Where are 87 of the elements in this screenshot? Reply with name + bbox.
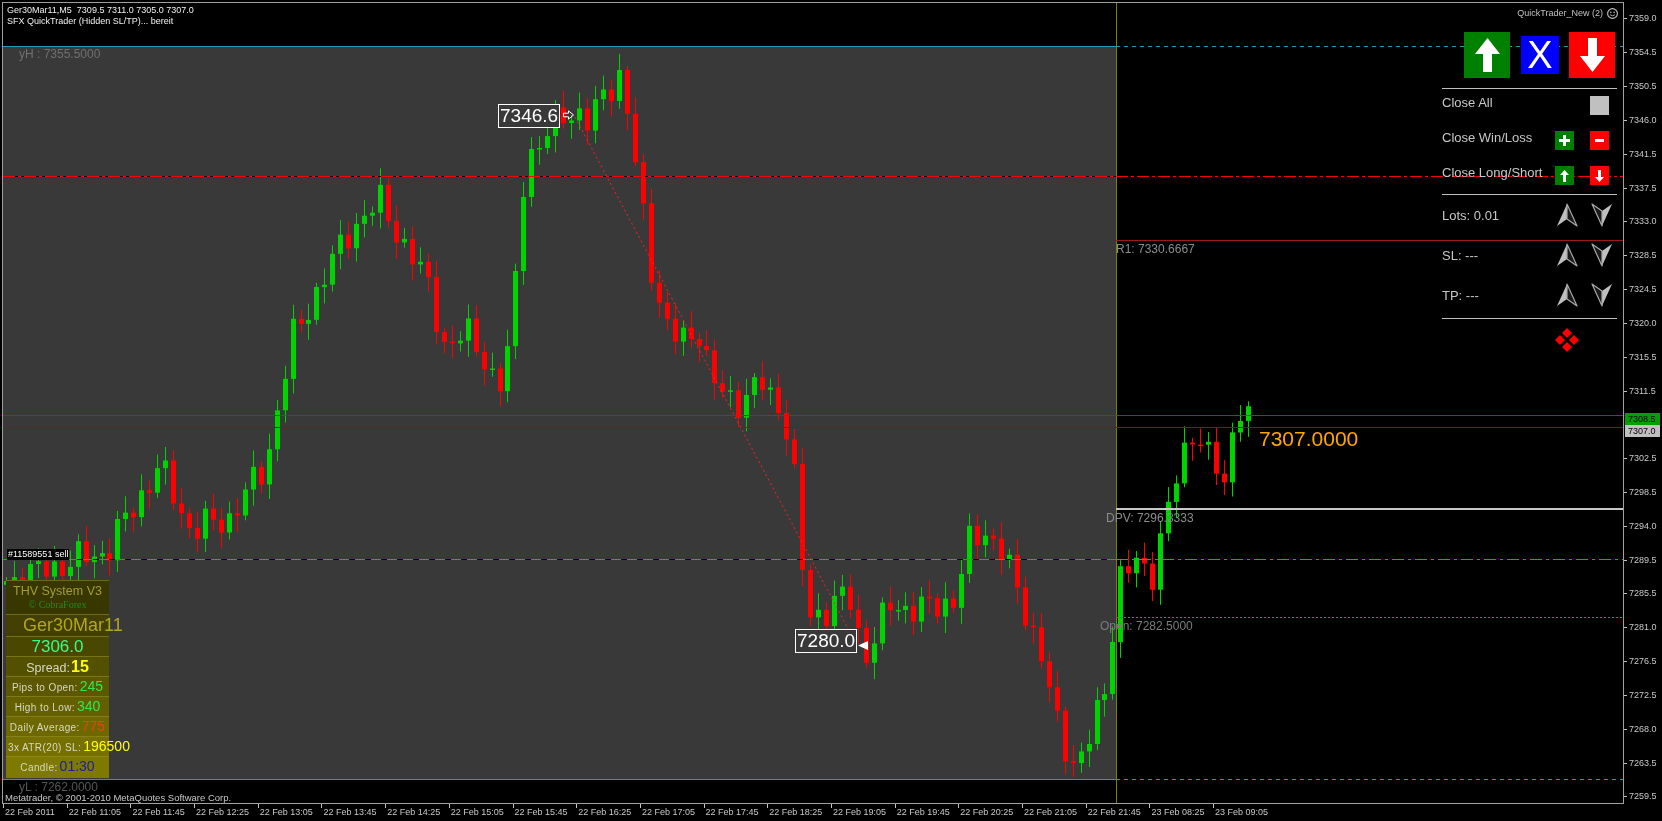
stat-label: Candle: <box>20 761 58 775</box>
time-axis-label: 22 Feb 16:25 <box>576 804 632 818</box>
time-axis-label: 22 Feb 19:45 <box>894 804 950 818</box>
arrowhead-down-icon[interactable] <box>1590 243 1614 267</box>
stat-value: 340 <box>77 697 101 716</box>
buy-button[interactable] <box>1464 32 1510 78</box>
copyright-note: © CobraForex <box>28 599 87 611</box>
time-axis-label: 22 Feb 14:25 <box>385 804 441 818</box>
arrow-down-icon <box>1595 169 1604 182</box>
symbol-name: Ger30Mar11 <box>23 615 123 635</box>
time-axis-label: 22 Feb 12:25 <box>194 804 250 818</box>
price-callout: 7280.0 <box>795 629 858 653</box>
price-value: 7306.0 <box>31 637 84 656</box>
stat-label: 3x ATR(20) SL: <box>8 741 82 755</box>
time-axis-label: 22 Feb 2011 <box>3 804 55 818</box>
price-axis-label: 7311.5 <box>1624 385 1656 397</box>
time-axis-label: 22 Feb 17:45 <box>703 804 759 818</box>
arrow-right-icon <box>563 110 574 120</box>
panel-title: THV System V3 <box>13 584 102 599</box>
arrowhead-up-icon[interactable] <box>1555 243 1579 267</box>
stat-label: Daily Average: <box>9 721 80 735</box>
close-long-button[interactable] <box>1555 166 1574 185</box>
arrowhead-down-icon[interactable] <box>1590 203 1614 227</box>
price-axis-label: 7337.5 <box>1624 182 1657 194</box>
arrow-up-icon <box>1474 38 1500 72</box>
level-label: yL : 7262.0000 <box>19 781 98 794</box>
price-axis-label: 7289.5 <box>1624 554 1657 566</box>
price-axis-label: 7341.5 <box>1624 148 1657 160</box>
stat-value: 01:30 <box>59 757 95 776</box>
panel-title: QuickTrader_New (2) <box>1517 7 1603 19</box>
arrow-up-icon <box>1560 169 1569 182</box>
stat-value: 15 <box>71 657 89 676</box>
price-tag: 7308.5 <box>1625 412 1660 425</box>
chart-title: Ger30Mar11,M5 7309.5 7311.0 7305.0 7307.0 <box>7 5 194 16</box>
time-axis-label: 22 Feb 13:45 <box>321 804 377 818</box>
price-axis-label: 7298.5 <box>1624 487 1657 498</box>
copyright-text: Metatrader, © 2001-2010 MetaQuotes Software Corp. <box>5 793 232 803</box>
arrow-down-icon <box>1579 38 1605 72</box>
stat-label: Spread: <box>26 660 70 677</box>
plus-icon <box>1559 135 1570 146</box>
time-axis-label: 22 Feb 18:25 <box>767 804 823 818</box>
stat-value: 775 <box>81 717 106 736</box>
stat-value: 196500 <box>83 737 130 756</box>
price-axis-label: 7320.0 <box>1624 317 1657 329</box>
time-axis-label: 22 Feb 11:05 <box>66 804 122 818</box>
smiley-icon <box>1607 7 1618 19</box>
time-axis-label: 22 Feb 21:45 <box>1085 804 1141 818</box>
setting-label: TP: --- <box>1442 288 1479 302</box>
close-losers-button[interactable] <box>1590 131 1609 150</box>
price-axis-label: 7272.5 <box>1624 689 1657 701</box>
minus-icon <box>1595 139 1604 142</box>
stat-label: High to Low: <box>14 701 75 715</box>
arrowhead-up-icon[interactable] <box>1555 203 1579 227</box>
close-button[interactable]: X <box>1521 36 1559 74</box>
price-axis-label: 7346.0 <box>1624 114 1657 126</box>
close-winners-button[interactable] <box>1555 131 1574 150</box>
close-short-button[interactable] <box>1590 166 1609 185</box>
price-callout: 7346.6 <box>498 104 561 128</box>
stat-value: 245 <box>79 677 104 696</box>
level-label: R1: 7330.6667 <box>1116 243 1195 256</box>
time-axis-label: 22 Feb 21:05 <box>1022 804 1078 818</box>
time-axis-label: 22 Feb 19:05 <box>830 804 886 818</box>
stat-label: Pips to Open: <box>11 681 78 695</box>
time-axis-label: 22 Feb 17:05 <box>639 804 695 818</box>
arrowhead-up-icon[interactable] <box>1555 283 1579 307</box>
price-axis-label: 7268.0 <box>1624 723 1657 735</box>
time-axis-label: 22 Feb 11:45 <box>130 804 185 818</box>
price-axis-label: 7263.5 <box>1624 757 1657 769</box>
arrowhead-down-icon[interactable] <box>1590 283 1614 307</box>
price-axis-label: 7294.0 <box>1624 520 1657 532</box>
time-axis-label: 22 Feb 15:45 <box>512 804 568 818</box>
sell-button[interactable] <box>1569 32 1615 78</box>
time-axis-label: 22 Feb 15:05 <box>448 804 504 818</box>
setting-label: Lots: 0.01 <box>1442 208 1500 222</box>
diamond-icon[interactable] <box>1555 328 1579 352</box>
time-axis-label: 23 Feb 09:05 <box>1213 804 1269 818</box>
time-axis-label: 23 Feb 08:25 <box>1149 804 1205 818</box>
time-axis-label: 22 Feb 13:05 <box>257 804 313 818</box>
option-label: Close Win/Loss <box>1442 131 1533 144</box>
current-price-label: 7307.0000 <box>1259 428 1359 450</box>
time-axis-label: 22 Feb 20:25 <box>958 804 1014 818</box>
triangle-left-icon <box>858 641 868 650</box>
option-label: Close All <box>1442 96 1493 109</box>
order-label: #11589551 sell <box>7 549 70 560</box>
setting-label: SL: --- <box>1442 248 1479 262</box>
price-axis-label: 7315.5 <box>1624 351 1657 363</box>
expert-status: SFX QuickTrader (Hidden SL/TP)... bereit <box>7 16 174 27</box>
